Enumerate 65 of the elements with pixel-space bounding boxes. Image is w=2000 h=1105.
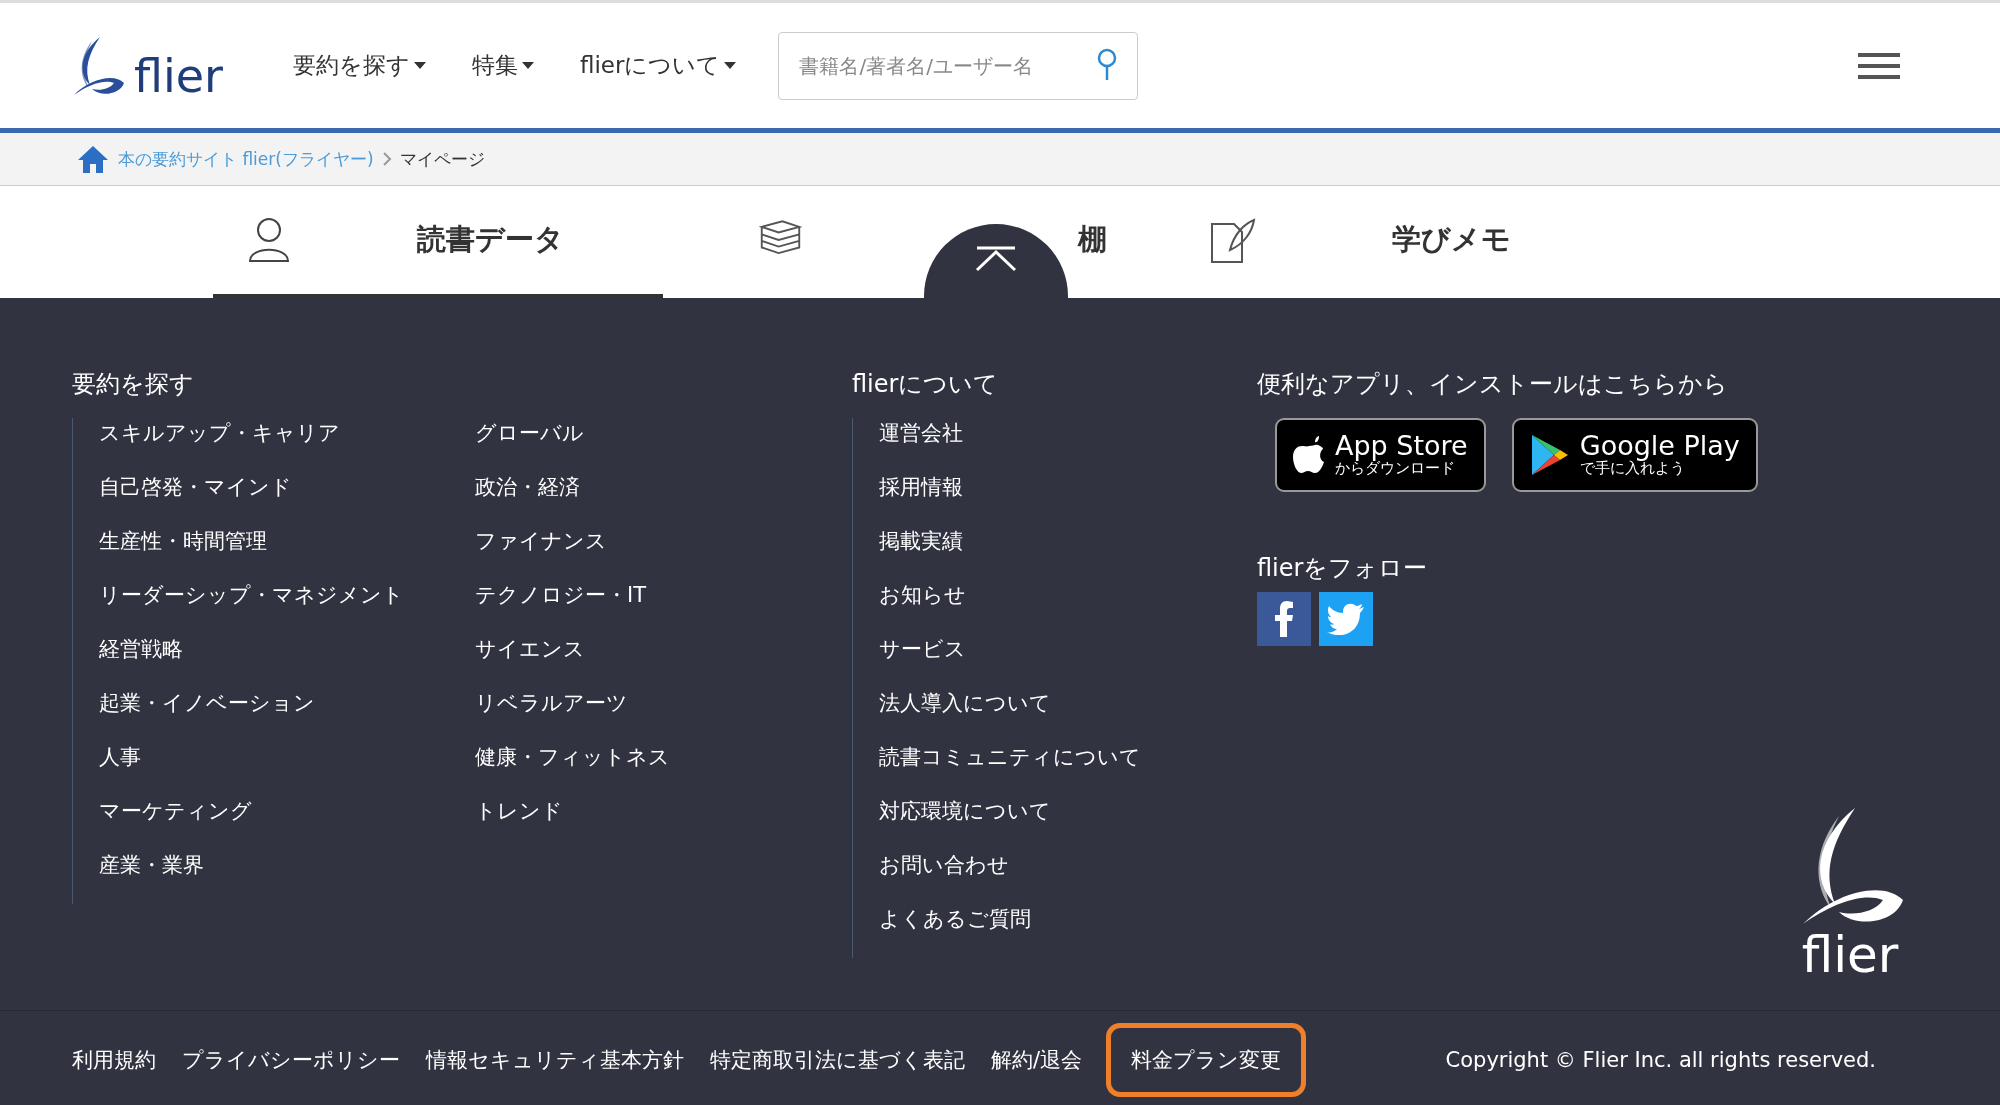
- nav-link[interactable]: flierについて: [579, 50, 737, 81]
- section-heading: 便利なアプリ、インストールはこちらから: [1257, 369, 1729, 400]
- category-link[interactable]: 経営戦略: [99, 634, 449, 688]
- footer-link[interactable]: 運営会社: [879, 418, 1257, 472]
- google-play-badge[interactable]: Google Play で手に入れよう: [1511, 418, 1758, 492]
- section-heading: flierをフォロー: [1257, 553, 1429, 584]
- search-field[interactable]: 書籍名/著者名/ユーザー名: [778, 31, 1139, 100]
- tab[interactable]: 読書データ: [213, 186, 663, 298]
- category-link[interactable]: テクノロジー・IT: [475, 580, 825, 634]
- category-link[interactable]: グローバル: [475, 418, 825, 472]
- footer-link[interactable]: 掲載実績: [879, 526, 1257, 580]
- caret-icon: [413, 62, 426, 69]
- play-triangle-icon: [1529, 433, 1570, 477]
- chevron-up-icon: [974, 246, 1018, 272]
- footer-link[interactable]: 料金プラン変更: [1106, 1022, 1307, 1097]
- category-link[interactable]: 生産性・時間管理: [99, 526, 449, 580]
- footer-link[interactable]: 法人導入について: [879, 688, 1257, 742]
- note-quill-icon: [1208, 216, 1256, 264]
- twitter-button[interactable]: [1319, 592, 1373, 646]
- category-link[interactable]: 政治・経済: [475, 472, 825, 526]
- footer-link[interactable]: プライバシーポリシー: [182, 1039, 426, 1080]
- apple-icon: [1293, 436, 1325, 474]
- logo-text: flier: [1801, 930, 1899, 980]
- logo-text[interactable]: flier: [134, 52, 223, 99]
- category-link[interactable]: スキルアップ・キャリア: [99, 418, 449, 472]
- category-link[interactable]: マーケティング: [99, 796, 449, 850]
- footer-link[interactable]: よくあるご質問: [879, 904, 1257, 958]
- category-link[interactable]: サイエンス: [475, 634, 825, 688]
- app-store-badge[interactable]: App Store からダウンロード: [1275, 418, 1486, 492]
- section-heading: 要約を探す: [72, 369, 195, 400]
- footer-link[interactable]: 読書コミュニティについて: [879, 742, 1257, 796]
- tab[interactable]: 学びメモ: [1113, 186, 1563, 298]
- footer-link[interactable]: 情報セキュリティ基本方針: [426, 1039, 710, 1080]
- category-link[interactable]: 起業・イノベーション: [99, 688, 449, 742]
- footer-link[interactable]: お問い合わせ: [879, 850, 1257, 904]
- footer-link[interactable]: お知らせ: [879, 580, 1257, 634]
- breadcrumb-current: マイページ: [399, 147, 485, 171]
- category-link[interactable]: 人事: [99, 742, 449, 796]
- tab[interactable]: 棚: [663, 186, 1113, 298]
- footer-link[interactable]: 対応環境について: [879, 796, 1257, 850]
- facebook-f-icon: [1274, 601, 1294, 637]
- home-icon[interactable]: [76, 144, 110, 174]
- category-link[interactable]: リベラルアーツ: [475, 688, 825, 742]
- footer-link[interactable]: 利用規約: [72, 1039, 182, 1080]
- copyright-text: Copyright © Flier Inc. all rights reserved.: [1445, 1047, 1876, 1072]
- footer-link[interactable]: 解約/退会: [991, 1039, 1109, 1080]
- search-icon[interactable]: [1096, 47, 1119, 82]
- category-link[interactable]: リーダーシップ・マネジメント: [99, 580, 449, 634]
- category-link[interactable]: 健康・フィットネス: [475, 742, 825, 796]
- category-link[interactable]: トレンド: [475, 796, 825, 850]
- footer-link[interactable]: サービス: [879, 634, 1257, 688]
- section-heading: flierについて: [852, 369, 1000, 400]
- category-link[interactable]: 自己啓発・マインド: [99, 472, 449, 526]
- bird-icon: [1327, 603, 1365, 635]
- caret-icon: [724, 62, 737, 69]
- menu-icon[interactable]: [1858, 50, 1900, 81]
- category-link[interactable]: 産業・業界: [99, 850, 449, 904]
- nav-link[interactable]: 特集: [471, 50, 534, 81]
- facebook-button[interactable]: [1257, 592, 1311, 646]
- category-link[interactable]: ファイナンス: [475, 526, 825, 580]
- footer-link[interactable]: 特定商取引法に基づく表記: [710, 1039, 991, 1080]
- nav-link[interactable]: 要約を探す: [292, 50, 426, 81]
- chevron-icon: [381, 151, 392, 167]
- caret-icon: [521, 62, 534, 69]
- footer-link[interactable]: 採用情報: [879, 472, 1257, 526]
